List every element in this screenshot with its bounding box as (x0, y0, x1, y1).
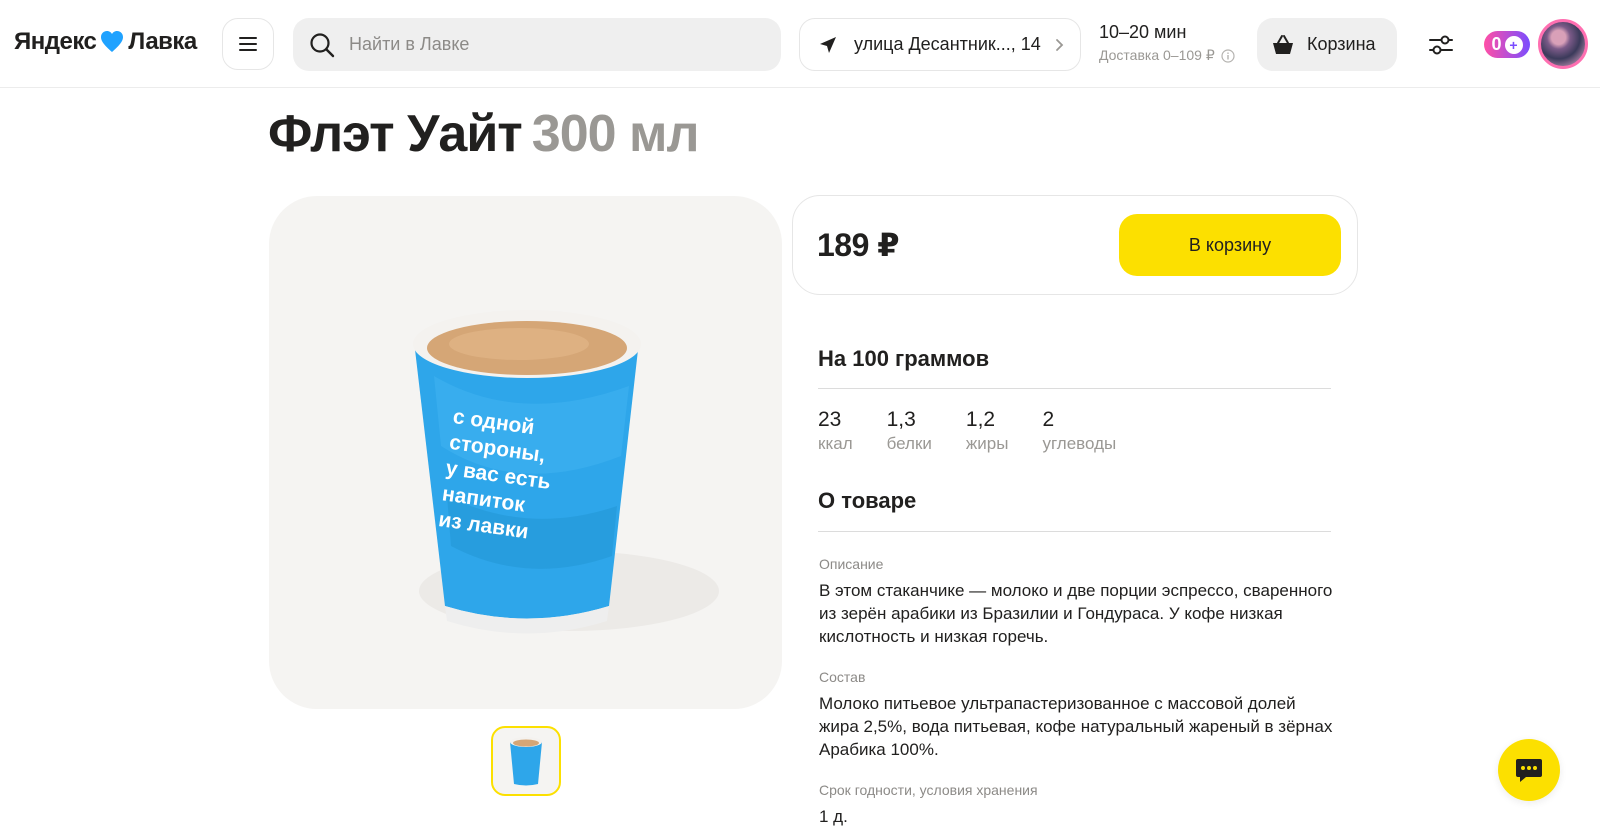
address-text: улица Десантник..., 14 (854, 34, 1041, 54)
nutrition-label: углеводы (1042, 434, 1117, 453)
image-thumbnail[interactable] (491, 726, 561, 796)
coffee-cup-image: с одной стороны, у вас есть напиток из л… (413, 310, 719, 634)
add-to-cart-button[interactable]: В корзину (1119, 214, 1341, 276)
search-icon (310, 32, 335, 57)
nutrition-value: 23 (818, 408, 842, 431)
about-heading: О товаре (818, 488, 917, 513)
cart-label: Корзина (1307, 34, 1376, 54)
chat-bubble-icon (1516, 759, 1542, 782)
menu-button[interactable] (222, 18, 274, 70)
plus-points-value: 0 (1491, 34, 1502, 54)
plus-points-badge[interactable]: 0 + (1484, 31, 1530, 58)
nutrition-label: ккал (818, 434, 853, 453)
composition-label: Состав (819, 669, 866, 685)
nutrition-item-fat: 1,2 жиры (966, 408, 1009, 454)
settings-button[interactable] (1424, 28, 1458, 62)
product-price: 189 ₽ (817, 227, 900, 263)
search-input[interactable] (347, 33, 751, 56)
nutrition-facts: 23 ккал 1,3 белки 1,2 жиры 2 углеводы (818, 408, 1116, 454)
address-selector[interactable]: улица Десантник..., 14 (799, 18, 1081, 71)
buy-card: 189 ₽ В корзину (792, 195, 1358, 295)
description-text: В этом стаканчике — молоко и две порции … (819, 581, 1333, 646)
nutrition-value: 1,2 (965, 408, 996, 431)
divider (818, 531, 1331, 532)
hamburger-icon (239, 37, 257, 51)
nutrition-value: 1,3 (886, 408, 916, 431)
composition-text: Молоко питьевое ультрапастеризованное с … (819, 694, 1333, 759)
search-bar[interactable] (293, 18, 781, 71)
info-icon[interactable] (1221, 48, 1235, 63)
product-volume: 300 мл (531, 105, 700, 163)
support-chat-button[interactable] (1498, 739, 1560, 801)
shelf-life-label: Срок годности, условия хранения (819, 782, 1038, 798)
brand-yandex-text: Яндекс (14, 28, 97, 55)
product-name: Флэт Уайт (268, 105, 523, 163)
cart-button[interactable]: Корзина (1257, 18, 1397, 71)
nutrition-item-protein: 1,3 белки (887, 408, 932, 454)
plus-icon: + (1504, 35, 1523, 54)
nutrition-label: жиры (965, 434, 1009, 453)
heart-logo-icon (101, 31, 124, 52)
user-avatar[interactable] (1538, 19, 1588, 69)
delivery-cost-row: Доставка 0–109 ₽ (1099, 47, 1235, 64)
delivery-time: 10–20 мин (1099, 22, 1187, 42)
product-image: с одной стороны, у вас есть напиток из л… (269, 196, 782, 709)
nutrition-value: 2 (1042, 408, 1055, 431)
nutrition-label: белки (886, 434, 932, 453)
nutrition-heading: На 100 граммов (818, 346, 990, 371)
nutrition-item-kcal: 23 ккал (818, 408, 853, 454)
shelf-life-text: 1 д. (819, 807, 848, 826)
delivery-cost: Доставка 0–109 ₽ (1099, 47, 1215, 63)
nutrition-item-carbs: 2 углеводы (1042, 408, 1116, 454)
page-title: Флэт Уайт 300 мл (268, 104, 699, 164)
basket-icon (1273, 34, 1293, 54)
description-label: Описание (819, 556, 884, 572)
divider (818, 388, 1331, 389)
location-arrow-icon (820, 36, 836, 53)
yandex-lavka-logo[interactable]: Яндекс Лавка (14, 26, 197, 58)
delivery-info[interactable]: 10–20 мин Доставка 0–109 ₽ (1099, 22, 1235, 64)
chevron-right-icon (1056, 39, 1064, 51)
sliders-icon (1429, 35, 1453, 55)
top-header: Яндекс Лавка улица Десантник..., 14 10–2… (0, 0, 1600, 88)
coffee-cup-thumbnail (510, 737, 542, 786)
brand-lavka-text: Лавка (128, 28, 197, 55)
